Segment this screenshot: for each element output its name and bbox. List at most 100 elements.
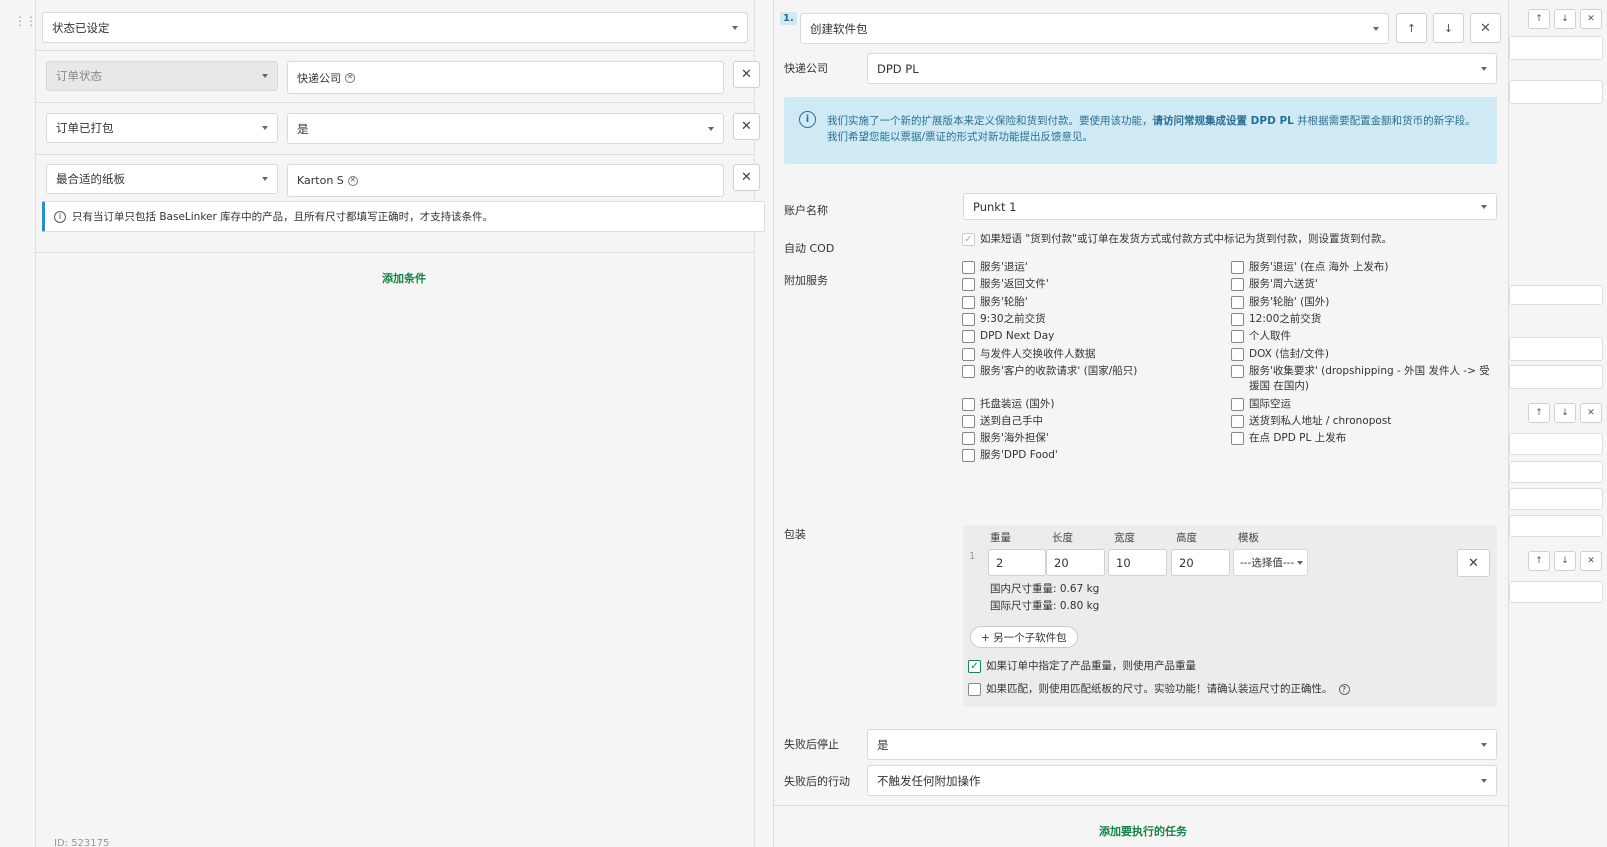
- auto-cod-label: 自动 COD: [784, 242, 835, 255]
- remove-tag-icon[interactable]: ✕: [345, 72, 355, 83]
- service-checkbox[interactable]: DPD Next Day: [962, 329, 1222, 344]
- after-fail-select[interactable]: 不触发任何附加操作: [867, 765, 1497, 796]
- divider: [36, 154, 754, 155]
- service-label: 国际空运: [1249, 398, 1291, 410]
- remove-task-button[interactable]: ✕: [1580, 403, 1602, 423]
- service-label: 服务'客户的收款请求' (国家/船只): [980, 365, 1138, 377]
- height-input[interactable]: 20: [1171, 549, 1230, 576]
- stop-on-fail-select[interactable]: 是: [867, 729, 1497, 760]
- account-select[interactable]: Punkt 1: [963, 193, 1497, 220]
- move-up-button[interactable]: ↑: [1528, 9, 1550, 29]
- move-down-button[interactable]: ↓: [1433, 13, 1464, 43]
- banner-text: 我们实施了一个新的扩展版本来定义保险和货到付款。要使用该功能，: [827, 115, 1153, 127]
- width-input[interactable]: 10: [1108, 549, 1167, 576]
- next-task-column: ↑ ↓ ✕ ↑ ↓ ✕ ↑ ↓ ✕: [1508, 0, 1607, 847]
- service-label: DOX (信封/文件): [1249, 348, 1329, 360]
- service-checkbox[interactable]: 送货到私人地址 / chronopost: [1231, 414, 1496, 429]
- remove-package-button[interactable]: ✕: [1457, 549, 1490, 577]
- service-checkbox[interactable]: 在点 DPD PL 上发布: [1231, 431, 1496, 446]
- service-checkbox[interactable]: 服务'退运': [962, 260, 1222, 275]
- best-box-value-input[interactable]: Karton S ✕: [287, 164, 724, 197]
- template-select[interactable]: ---选择值---: [1233, 549, 1308, 576]
- service-checkbox[interactable]: 9:30之前交货: [962, 312, 1222, 327]
- move-down-button[interactable]: ↓: [1554, 551, 1576, 571]
- service-checkbox[interactable]: 服务'DPD Food': [962, 448, 1222, 463]
- add-subpackage-button[interactable]: + 另一个子软件包: [970, 626, 1078, 648]
- extra-services-label: 附加服务: [784, 274, 828, 287]
- checkbox-box: [968, 683, 981, 696]
- option-text: 如果订单中指定了产品重量，则使用产品重量: [986, 660, 1196, 672]
- chevron-down-icon: [732, 25, 738, 30]
- remove-row-button[interactable]: ✕: [733, 164, 760, 191]
- truncated-field: [1509, 515, 1603, 537]
- service-checkbox[interactable]: 与发件人交换收件人数据: [962, 347, 1222, 362]
- service-checkbox[interactable]: 服务'返回文件': [962, 277, 1222, 292]
- service-checkbox[interactable]: 服务'海外担保': [962, 431, 1222, 446]
- remove-task-button[interactable]: ✕: [1470, 13, 1501, 43]
- move-up-button[interactable]: ↑: [1396, 13, 1427, 43]
- checkbox-box: [962, 432, 975, 445]
- order-status-value-input[interactable]: 快递公司 ✕: [287, 61, 724, 94]
- service-label: 个人取件: [1249, 330, 1291, 342]
- checkbox-box: [962, 296, 975, 309]
- checkbox-box: [962, 415, 975, 428]
- template-header: 模板: [1238, 532, 1259, 544]
- service-checkbox[interactable]: 服务'周六送货': [1231, 277, 1496, 292]
- info-icon: i: [54, 210, 66, 223]
- service-checkbox[interactable]: 12:00之前交货: [1231, 312, 1496, 327]
- checkbox-box: [1231, 398, 1244, 411]
- service-checkbox[interactable]: 服务'客户的收款请求' (国家/船只): [962, 364, 1222, 379]
- use-product-weight-checkbox[interactable]: ✓ 如果订单中指定了产品重量，则使用产品重量: [968, 659, 1196, 674]
- checkbox-box: [1231, 330, 1244, 343]
- truncated-field: [1509, 36, 1603, 60]
- weight-input[interactable]: 2: [988, 549, 1046, 576]
- move-down-button[interactable]: ↓: [1554, 9, 1576, 29]
- tag-label: 快递公司: [297, 71, 341, 85]
- service-checkbox[interactable]: 服务'轮胎': [962, 295, 1222, 310]
- use-matched-box-checkbox[interactable]: 如果匹配，则使用匹配纸板的尺寸。实验功能！请确认装运尺寸的正确性。?: [968, 682, 1350, 697]
- banner-line-1: 我们实施了一个新的扩展版本来定义保险和货到付款。要使用该功能，请访问常规集成设置…: [827, 113, 1476, 130]
- stop-on-fail-value: 是: [877, 737, 889, 752]
- integration-settings-link[interactable]: 请访问常规集成设置 DPD PL: [1153, 115, 1294, 127]
- service-label: 送货到私人地址 / chronopost: [1249, 415, 1392, 427]
- service-checkbox[interactable]: 托盘装运 (国外): [962, 397, 1222, 412]
- remove-task-button[interactable]: ✕: [1580, 551, 1602, 571]
- truncated-field: [1509, 365, 1603, 389]
- remove-task-button[interactable]: ✕: [1580, 9, 1602, 29]
- auto-cod-checkbox[interactable]: ✓ 如果短语 "货到付款"或订单在发货方式或付款方式中标记为货到付款，则设置货到付…: [962, 232, 1392, 247]
- service-label: 托盘装运 (国外): [980, 398, 1055, 410]
- service-checkbox[interactable]: 个人取件: [1231, 329, 1496, 344]
- courier-select[interactable]: DPD PL: [867, 53, 1497, 84]
- service-checkbox[interactable]: 国际空运: [1231, 397, 1496, 412]
- service-checkbox[interactable]: 服务'退运' (在点 海外 上发布): [1231, 260, 1496, 275]
- package-row-number: 1: [969, 551, 976, 562]
- condition-type-select[interactable]: 状态已设定: [42, 12, 748, 43]
- best-box-field-select[interactable]: 最合适的纸板: [46, 164, 278, 194]
- remove-tag-icon[interactable]: ✕: [347, 175, 358, 186]
- drag-handle-icon[interactable]: ⋮⋮: [14, 14, 37, 28]
- remove-row-button[interactable]: ✕: [733, 61, 760, 88]
- service-checkbox[interactable]: 送到自己手中: [962, 414, 1222, 429]
- help-icon[interactable]: ?: [1338, 684, 1350, 695]
- width-header: 宽度: [1114, 532, 1135, 544]
- order-packed-field-select[interactable]: 订单已打包: [46, 113, 278, 143]
- service-checkbox[interactable]: 服务'轮胎' (国外): [1231, 295, 1496, 310]
- move-up-button[interactable]: ↑: [1528, 551, 1550, 571]
- order-packed-value-select[interactable]: 是: [287, 113, 724, 144]
- service-checkbox[interactable]: 服务'收集要求' (dropshipping - 外国 发件人 -> 受援国 在…: [1231, 364, 1496, 394]
- truncated-field: [1509, 80, 1603, 104]
- move-down-button[interactable]: ↓: [1554, 403, 1576, 423]
- checkbox-box: [1231, 278, 1244, 291]
- service-checkbox[interactable]: DOX (信封/文件): [1231, 347, 1496, 362]
- banner-line-2: 我们希望您能以票据/票证的形式对新功能提出反馈意见。: [827, 131, 1094, 143]
- remove-row-button[interactable]: ✕: [733, 113, 760, 140]
- length-input[interactable]: 20: [1046, 549, 1105, 576]
- action-select[interactable]: 创建软件包: [800, 13, 1389, 44]
- add-task-link[interactable]: 添加要执行的任务: [1099, 823, 1187, 839]
- move-up-button[interactable]: ↑: [1528, 403, 1550, 423]
- divider: [774, 805, 1508, 806]
- add-condition-link[interactable]: 添加条件: [382, 270, 426, 286]
- action-value: 创建软件包: [810, 21, 868, 36]
- service-label: 服务'轮胎': [980, 296, 1028, 308]
- checkbox-box: [1231, 365, 1244, 378]
